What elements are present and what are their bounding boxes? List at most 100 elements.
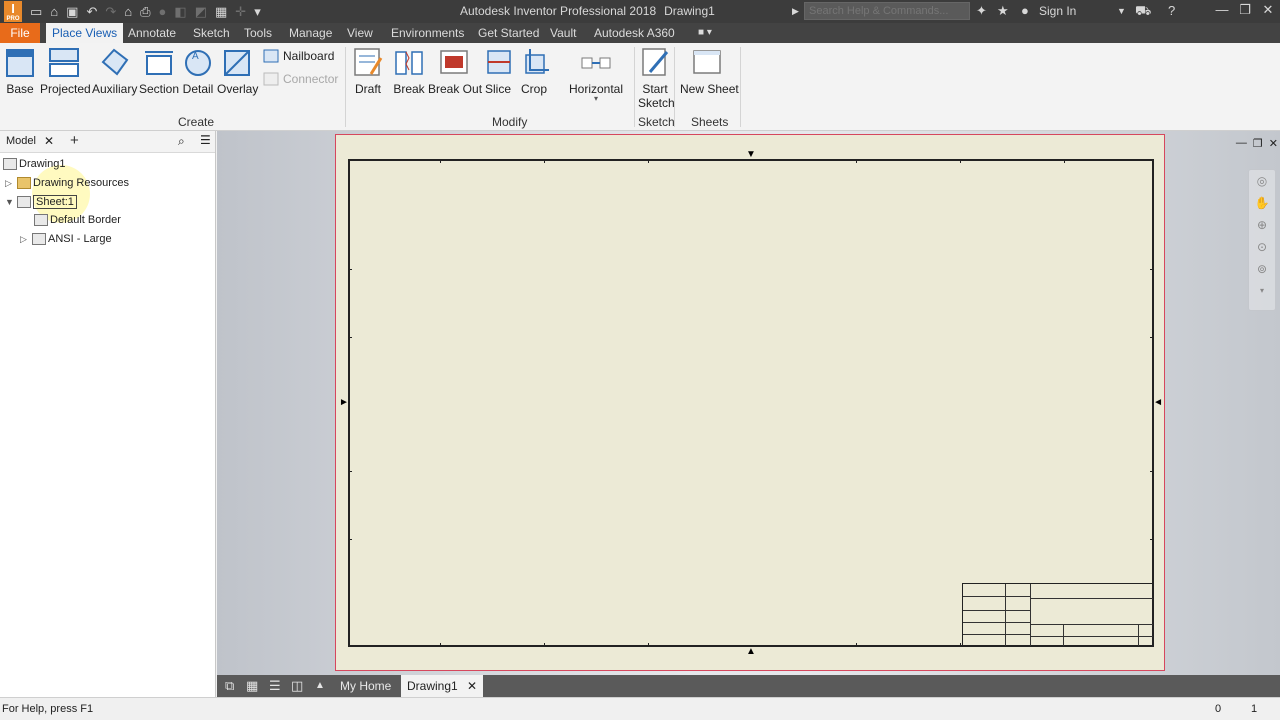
tile-windows-icon[interactable]: ▦ — [246, 678, 258, 694]
favorites-star-icon[interactable]: ★ — [997, 3, 1009, 19]
tab-autodesk-a360[interactable]: Autodesk A360 — [588, 23, 681, 43]
title-block-icon — [32, 233, 46, 245]
graphics-window[interactable]: ▼ ▲ ► ◄ — ❐ ✕ ◎ ✋ ⊕ ⊙ ⊚ ▾ — [217, 131, 1280, 675]
tab-annotate[interactable]: Annotate — [122, 23, 182, 43]
inventor-logo-icon[interactable]: I PRO — [4, 1, 22, 22]
ribbon-panel: Base Projected Auxiliary Section A Detai… — [0, 43, 1280, 131]
help-icon[interactable]: ? — [1168, 3, 1175, 18]
nailboard-icon — [263, 49, 279, 63]
break-out-button[interactable]: Break Out — [428, 46, 482, 96]
pan-icon[interactable]: ✋ — [1249, 192, 1275, 214]
slice-button[interactable]: Slice — [484, 46, 512, 96]
expand-icon[interactable]: ▷ — [5, 178, 17, 189]
home-icon[interactable]: ⌂ — [124, 3, 132, 20]
overlay-view-button[interactable]: Overlay — [217, 46, 258, 96]
break-button[interactable]: Break — [393, 46, 425, 96]
tree-node-drawing[interactable]: Drawing1 — [3, 156, 65, 172]
binoculars-icon[interactable]: ✦ — [976, 3, 987, 19]
add-browser-tab-icon[interactable]: + — [70, 132, 79, 149]
auxiliary-view-icon — [99, 46, 129, 78]
draft-icon — [353, 46, 383, 78]
clear-override-icon[interactable]: ◩ — [195, 3, 207, 20]
tree-node-title-block[interactable]: ▷ ANSI - Large — [20, 231, 112, 247]
help-search-input[interactable] — [804, 2, 970, 20]
title-block[interactable] — [962, 583, 1153, 646]
collapse-icon[interactable]: ▼ — [5, 197, 17, 207]
chevron-right-icon[interactable]: ▶ — [792, 6, 799, 17]
print-icon[interactable]: ⎙ — [140, 3, 150, 20]
new-icon[interactable]: ▭ — [30, 3, 42, 20]
slice-icon — [484, 46, 514, 78]
save-icon[interactable]: ▣ — [66, 3, 78, 20]
drawing-sheet[interactable]: ▼ ▲ ► ◄ — [335, 134, 1165, 671]
zoom-all-icon[interactable]: ⊚ — [1249, 258, 1275, 280]
close-tab-icon[interactable]: ✕ — [467, 679, 477, 693]
close-browser-icon[interactable]: ✕ — [44, 134, 54, 148]
restore-view-icon[interactable]: ❐ — [1253, 137, 1263, 150]
tab-tools[interactable]: Tools — [238, 23, 278, 43]
section-view-icon — [144, 46, 174, 78]
tab-vault[interactable]: Vault — [544, 23, 582, 43]
crop-button[interactable]: Crop — [520, 46, 549, 96]
tile-vertical-icon[interactable]: ◫ — [291, 678, 303, 694]
horizontal-button[interactable]: Horizontal ▾ — [568, 46, 624, 103]
tree-node-sheet[interactable]: ▼ Sheet:1 — [5, 194, 77, 210]
sign-in-link[interactable]: Sign In — [1039, 4, 1076, 18]
draft-button[interactable]: Draft — [353, 46, 383, 96]
title-bar: I PRO ▭ ⌂ ▣ ↶ ↷ ⌂ ⎙ ● ◧ ◩ ▦ ✛ ▾ Autodesk … — [0, 0, 1280, 23]
minimize-button[interactable]: — — [1212, 2, 1232, 17]
open-icon[interactable]: ⌂ — [50, 3, 58, 20]
viewport-controls: — ❐ ✕ — [1230, 137, 1278, 150]
customize-qat-icon[interactable]: ▾ — [254, 3, 261, 20]
tab-my-home[interactable]: My Home — [334, 675, 397, 697]
cascade-windows-icon[interactable]: ⧉ — [225, 678, 234, 694]
undo-icon[interactable]: ↶ — [86, 3, 97, 20]
tab-drawing1[interactable]: Drawing1 ✕ — [401, 675, 484, 697]
expand-tabs-icon[interactable]: ▲ — [315, 680, 325, 691]
minimize-view-icon[interactable]: — — [1236, 137, 1247, 150]
measure-icon[interactable]: ✛ — [235, 3, 246, 20]
tab-view[interactable]: View — [341, 23, 379, 43]
border-icon — [34, 214, 48, 226]
break-icon — [394, 46, 424, 78]
new-sheet-button[interactable]: New Sheet — [680, 46, 739, 96]
tree-node-default-border[interactable]: Default Border — [22, 212, 121, 228]
start-sketch-button[interactable]: Start Sketch — [638, 46, 675, 110]
tile-horizontal-icon[interactable]: ☰ — [269, 678, 281, 694]
appearance-icon[interactable]: ◧ — [174, 3, 186, 20]
cart-icon[interactable]: ⛟ — [1135, 3, 1151, 21]
detail-view-button[interactable]: A Detail — [182, 46, 214, 96]
tab-place-views[interactable]: Place Views — [46, 23, 124, 43]
tree-node-drawing-resources[interactable]: ▷ Drawing Resources — [5, 175, 129, 191]
steering-wheel-icon[interactable]: ◎ — [1249, 170, 1275, 192]
zoom-icon[interactable]: ⊕ — [1249, 214, 1275, 236]
browser-menu-icon[interactable]: ☰ — [200, 133, 211, 147]
tab-manage[interactable]: Manage — [283, 23, 338, 43]
expand-icon[interactable]: ▷ — [20, 234, 32, 245]
zoom-window-icon[interactable]: ⊙ — [1249, 236, 1275, 258]
material-icon[interactable]: ● — [159, 3, 167, 20]
tab-model[interactable]: Model — [6, 135, 36, 147]
navbar-options-icon[interactable]: ▾ — [1249, 280, 1275, 302]
tab-sketch[interactable]: Sketch — [187, 23, 236, 43]
projected-view-button[interactable]: Projected — [40, 46, 91, 96]
tab-get-started[interactable]: Get Started — [472, 23, 545, 43]
browser-search-icon[interactable]: ⌕ — [178, 134, 185, 149]
tab-file[interactable]: File — [0, 23, 40, 43]
close-button[interactable]: ✕ — [1258, 2, 1278, 18]
tab-environments[interactable]: Environments — [385, 23, 470, 43]
section-view-button[interactable]: Section — [139, 46, 179, 96]
center-mark-left: ► — [339, 397, 349, 408]
base-view-button[interactable]: Base — [5, 46, 35, 96]
auxiliary-view-button[interactable]: Auxiliary — [92, 46, 137, 96]
ribbon-options-icon[interactable]: ■ ▾ — [692, 23, 718, 43]
restore-button[interactable]: ❐ — [1235, 2, 1255, 18]
horizontal-dropdown-icon[interactable]: ▾ — [568, 95, 624, 103]
redo-icon[interactable]: ↷ — [105, 3, 116, 20]
create-group-label: Create — [178, 115, 215, 129]
close-view-icon[interactable]: ✕ — [1269, 137, 1278, 150]
connector-button[interactable]: Connector — [263, 72, 338, 86]
signin-dropdown-icon[interactable]: ▼ — [1117, 6, 1126, 16]
update-icon[interactable]: ▦ — [215, 3, 227, 20]
nailboard-button[interactable]: Nailboard — [263, 49, 334, 63]
